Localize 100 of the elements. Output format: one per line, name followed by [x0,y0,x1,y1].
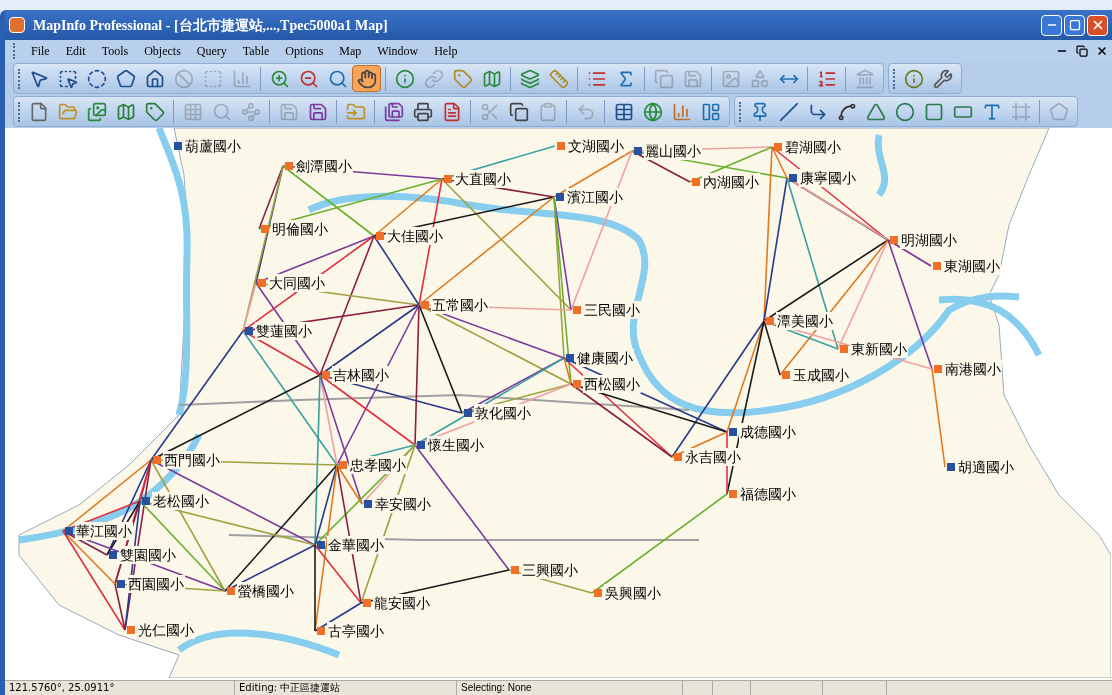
menu-item[interactable]: Window [369,42,427,60]
status-coordinates: 121.5760°, 25.0911° [5,681,235,695]
school-label: 成德國小 [739,423,797,441]
map-icon [115,101,136,122]
menu-item[interactable]: Help [426,42,466,60]
school-label: 大佳國小 [386,227,444,245]
menu-item[interactable]: Edit [57,42,94,60]
school-label: 古亭國小 [327,622,385,640]
school-label: 碧湖國小 [784,138,842,156]
app-logo-icon [9,17,25,33]
globe-icon [642,101,663,122]
menu-item[interactable]: File [23,42,58,60]
window-title: MapInfo Professional - [台北市捷運站,...,Tpec5000a1 Map] [33,16,388,35]
school-label: 三民國小 [583,301,641,319]
school-label: 金華國小 [327,536,385,554]
ruler-icon [548,68,569,89]
save-icon [307,101,328,122]
scissors-icon [479,101,500,122]
school-label: 內湖國小 [702,173,760,191]
building-icon [854,68,875,89]
wrench-icon [932,68,953,89]
school-label: 雙園國小 [119,546,177,564]
school-label: 雙蓮國小 [255,322,313,340]
school-label: 西園國小 [127,575,185,593]
school-label: 麗山國小 [644,142,702,160]
school-label: 吳興國小 [604,584,662,602]
school-label: 懷生國小 [427,436,485,454]
printer-icon [412,101,433,122]
ellipse-icon [894,101,915,122]
images-icon [86,101,107,122]
menu-item[interactable]: Query [188,42,235,60]
school-label: 康寧國小 [799,169,857,187]
rectangle-icon [923,101,944,122]
close-button[interactable] [1087,14,1108,36]
minimize-button[interactable] [1041,14,1062,36]
info-icon [903,68,924,89]
school-label: 葫蘆國小 [184,137,242,155]
zoom-out-icon [298,68,319,89]
copy-icon [653,68,674,89]
school-label: 大直國小 [454,170,512,188]
maximize-icon [1068,19,1081,31]
school-label: 敦化國小 [474,404,532,422]
folder-icon [57,101,78,122]
school-label: 西門國小 [163,451,221,469]
school-label: 大同國小 [268,274,326,292]
school-label: 東湖國小 [943,257,1001,275]
menu-item[interactable]: Tools [93,42,137,60]
status-selecting: Selecting: None [457,681,683,695]
status-editing: Editing: 中正區捷運站 [235,681,457,695]
save-icon [383,101,404,122]
search-icon [211,101,232,122]
shapes-icon [749,68,770,89]
school-label: 龍安國小 [373,594,431,612]
tag-icon [452,68,473,89]
school-label: 東新國小 [850,340,908,358]
school-label: 吉林國小 [332,366,390,384]
school-label: 南港國小 [944,360,1002,378]
info-icon [394,68,415,89]
school-label: 潭美國小 [776,312,834,330]
undo-icon [575,101,596,122]
school-label: 濱江國小 [566,188,624,206]
tag-icon [144,101,165,122]
menu-item[interactable]: Objects [136,42,189,60]
close-icon[interactable] [1096,45,1108,57]
save-icon [682,68,703,89]
waypoints-icon [240,101,261,122]
copy-icon [508,101,529,122]
layers-icon [519,68,540,89]
image-icon [720,68,741,89]
school-label: 玉成國小 [792,366,850,384]
link-icon [423,68,444,89]
menu-item[interactable]: Map [331,42,370,60]
layout-icon [700,101,721,122]
line-icon [778,101,799,122]
grid-icon [182,101,203,122]
search-icon [327,68,348,89]
toolbar-button[interactable] [352,65,381,92]
school-label: 明倫國小 [271,220,329,238]
school-label: 五常國小 [431,296,489,314]
school-label: 健康國小 [576,349,634,367]
folder-icon [345,101,366,122]
menu-item[interactable]: Options [277,42,332,60]
maximize-button[interactable] [1064,14,1085,36]
restore-icon[interactable] [1076,45,1088,57]
polygon-icon [865,101,886,122]
school-label: 永吉國小 [684,448,742,466]
chart-icon [671,101,692,122]
school-label: 華江國小 [75,522,133,540]
school-label: 明湖國小 [900,231,958,249]
school-label: 文湖國小 [567,137,625,155]
school-label: 老松國小 [152,492,210,510]
map-icon [481,68,502,89]
menu-item[interactable]: Table [234,42,278,60]
school-label: 光仁國小 [137,621,195,639]
zoom-in-icon [269,68,290,89]
school-label: 三興國小 [521,561,579,579]
arc-icon [836,101,857,122]
school-label: 幸安國小 [374,495,432,513]
school-label: 螢橋國小 [237,582,295,600]
school-label: 福德國小 [739,485,797,503]
